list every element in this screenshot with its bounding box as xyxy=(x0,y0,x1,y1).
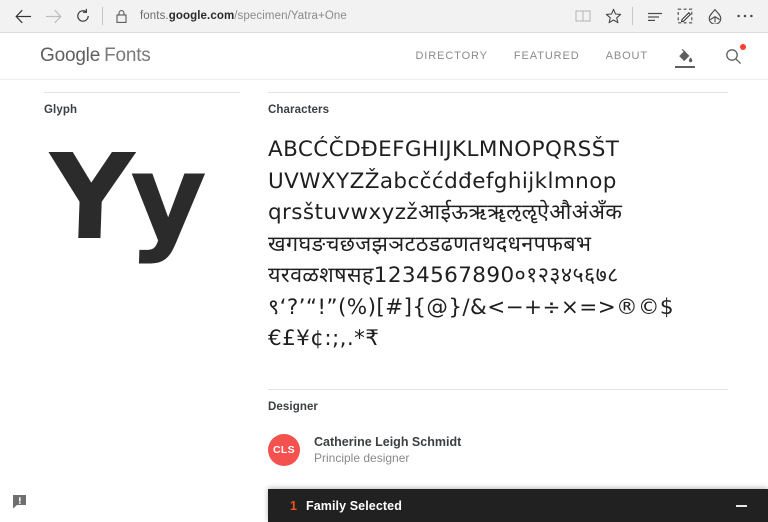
google-fonts-logo[interactable]: Google Fonts xyxy=(40,45,151,67)
selected-family-label: Family Selected xyxy=(305,498,402,513)
more-icon[interactable] xyxy=(730,1,760,31)
logo-google-text: Google xyxy=(40,45,101,66)
characters-column: Characters ABCĆČDĐEFGHIJKLMNOPQRSŠT UVWX… xyxy=(268,80,728,467)
character-row: खगघङचछजझञटठडढणतथदधनपफबभ xyxy=(268,231,592,257)
address-bar[interactable]: fonts.google.com/specimen/Yatra+One xyxy=(110,1,568,31)
url-subdomain: fonts. xyxy=(140,10,169,22)
designer-info: Catherine Leigh Schmidt Principle design… xyxy=(314,434,461,467)
feedback-icon[interactable] xyxy=(12,494,29,510)
glyph-column: Glyph Yy xyxy=(44,80,240,467)
search-notification-badge xyxy=(740,44,746,50)
characters-section-divider xyxy=(268,92,728,93)
lock-icon xyxy=(110,9,132,24)
glyph-sample: Yy xyxy=(45,128,205,266)
hub-icon[interactable] xyxy=(640,1,670,31)
back-arrow-icon[interactable] xyxy=(8,1,38,31)
forward-arrow-icon[interactable] xyxy=(38,1,68,31)
nav-item-directory[interactable]: DIRECTORY xyxy=(415,50,487,62)
content-columns: Glyph Yy Characters ABCĆČDĐEFGHIJKLMNOPQ… xyxy=(0,80,768,467)
designer-entry[interactable]: CLS Catherine Leigh Schmidt Principle de… xyxy=(268,433,728,467)
characters-section-label: Characters xyxy=(268,104,330,116)
refresh-icon[interactable] xyxy=(68,1,98,31)
paint-bucket-icon[interactable] xyxy=(674,43,696,69)
actions-divider xyxy=(632,7,633,25)
designer-name[interactable]: Catherine Leigh Schmidt xyxy=(314,434,461,450)
browser-actions xyxy=(568,1,760,31)
address-bar-url: fonts.google.com/specimen/Yatra+One xyxy=(140,10,347,22)
designer-section-label: Designer xyxy=(268,400,319,413)
selection-drawer[interactable]: 1 Family Selected xyxy=(268,489,768,522)
nav-item-featured[interactable]: FEATURED xyxy=(514,50,580,62)
share-icon[interactable] xyxy=(700,1,730,31)
site-header: Google Fonts DIRECTORY FEATURED ABOUT xyxy=(0,33,768,80)
favorites-star-icon[interactable] xyxy=(598,1,628,31)
url-path: /specimen/Yatra+One xyxy=(234,10,347,22)
glyph-section-divider xyxy=(44,92,240,93)
web-note-icon[interactable] xyxy=(670,1,700,31)
minimize-icon[interactable] xyxy=(732,497,750,515)
site-nav: DIRECTORY FEATURED ABOUT xyxy=(415,43,746,69)
reading-view-icon[interactable] xyxy=(568,1,598,31)
character-row: यरवळशषसह1234567890०१२३४५६७८ xyxy=(268,263,619,288)
character-set: ABCĆČDĐEFGHIJKLMNOPQRSŠT UVWXYZŽabcčćdđe… xyxy=(268,134,728,355)
browser-toolbar: fonts.google.com/specimen/Yatra+One xyxy=(0,0,768,33)
search-icon[interactable] xyxy=(722,43,746,69)
character-row: UVWXYZŽabcčćdđefghijklmnop xyxy=(268,168,617,194)
toolbar-divider xyxy=(102,7,103,25)
designer-avatar: CLS xyxy=(268,433,300,466)
minimize-bar xyxy=(735,504,747,507)
selected-family-count: 1 xyxy=(290,498,297,513)
designer-section-divider xyxy=(268,388,728,390)
character-row: €£¥¢:;,.*₹ xyxy=(268,326,380,351)
logo-fonts-text: Fonts xyxy=(104,45,151,66)
character-row: ABCĆČDĐEFGHIJKLMNOPQRSŠT xyxy=(268,137,620,162)
specimen-page: Glyph Yy Characters ABCĆČDĐEFGHIJKLMNOPQ… xyxy=(0,80,768,522)
character-row: ९‘?’“!”(%)[#]{@}/&<−+÷×=>®©$ xyxy=(268,294,674,320)
character-row: qrsštuvwxyzžआईऊऋॠऌॡऐऔअंअँक xyxy=(268,200,623,225)
glyph-section-label: Glyph xyxy=(44,104,78,116)
designer-role: Principle designer xyxy=(314,450,410,465)
nav-item-about[interactable]: ABOUT xyxy=(606,50,648,62)
url-domain: google.com xyxy=(168,10,235,22)
